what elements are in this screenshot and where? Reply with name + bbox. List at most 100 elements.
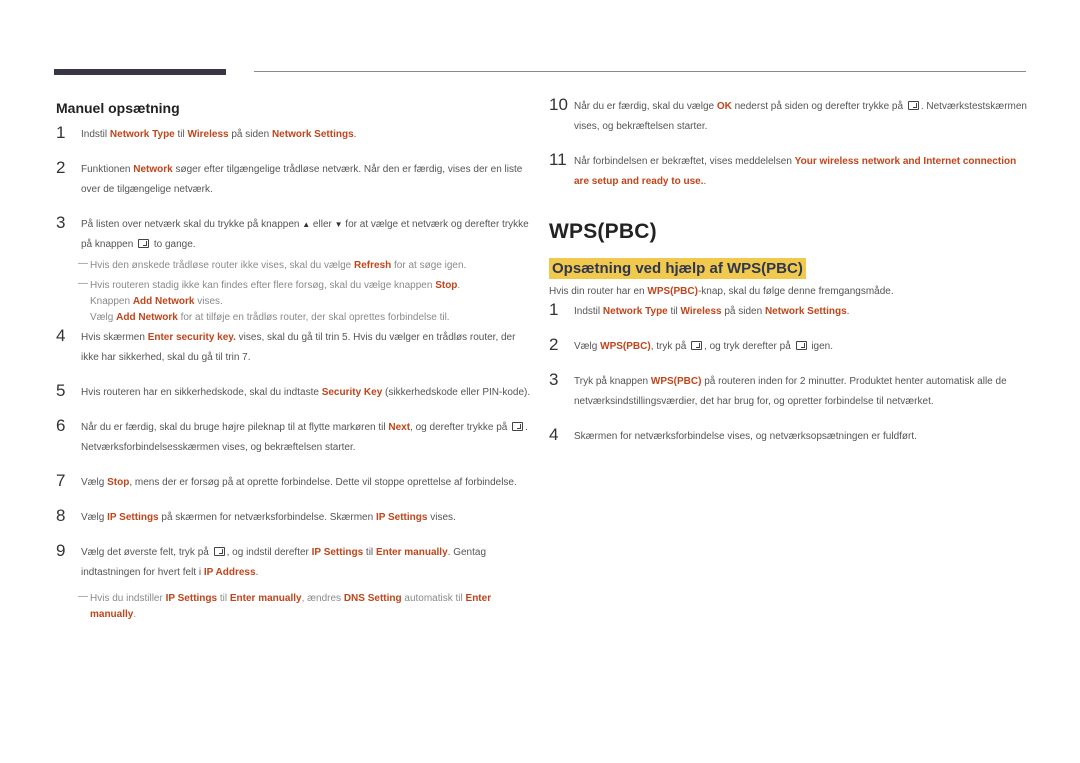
step-item: 3 På listen over netværk skal du trykke p… xyxy=(56,213,532,255)
note-dash-icon: — xyxy=(78,258,88,269)
step3-notes: — Hvis den ønskede trådløse router ikke v… xyxy=(56,258,532,326)
header-bar-accent xyxy=(54,69,226,75)
step-number: 3 xyxy=(549,370,559,389)
text: , ændres xyxy=(301,593,344,604)
ui-term: Wireless xyxy=(187,129,229,140)
text: Hvis routeren har en sikkerhedskode, ska… xyxy=(81,387,322,398)
header-rule xyxy=(254,71,1026,72)
note-line: — Hvis den ønskede trådløse router ikke v… xyxy=(56,258,532,274)
ui-term: IP Settings xyxy=(311,547,364,558)
text: automatisk til xyxy=(401,593,466,604)
steps-list-2: 4 Hvis skærmen Enter security key. vises,… xyxy=(56,326,532,583)
ui-term: Enter manually xyxy=(375,547,448,558)
note: — Hvis den ønskede trådløse router ikke v… xyxy=(56,258,532,274)
note-dash-icon: — xyxy=(78,591,88,602)
text: Hvis du indstiller xyxy=(90,593,166,604)
step-number: 2 xyxy=(549,335,559,354)
text: Skærmen for netværksforbindelse vises, o… xyxy=(574,431,917,442)
ui-term: Network Settings xyxy=(764,306,847,317)
section-heading: Manuel opsætning xyxy=(56,100,180,116)
ui-term: WPS(PBC) xyxy=(600,341,651,352)
wps-subtitle: Opsætning ved hjælp af WPS(PBC) xyxy=(549,258,806,279)
step-number: 3 xyxy=(56,213,66,232)
text: . xyxy=(703,176,707,187)
steps-list: 1 Indstil Network Type til Wireless på si… xyxy=(56,123,532,255)
step-item: 11 Når forbindelsen er bekræftet, vises m… xyxy=(549,150,1029,192)
note-continuation: Knappen Add Network vises. xyxy=(56,294,532,310)
text: -knap, skal du følge denne fremgangsmåde… xyxy=(697,286,894,297)
text: Vælg det øverste felt, tryk på xyxy=(81,547,212,558)
enter-key-icon xyxy=(512,422,524,431)
text: Når du er færdig, skal du vælge xyxy=(574,101,717,112)
ui-term: Add Network xyxy=(116,312,178,323)
step-item: 5 Hvis routeren har en sikkerhedskode, sk… xyxy=(56,381,532,403)
step-number: 5 xyxy=(56,381,66,400)
text: Vælg xyxy=(81,512,108,523)
text: for at tilføje en trådløs router, der sk… xyxy=(177,312,450,323)
step-number: 11 xyxy=(549,150,567,169)
step-item: 4 Hvis skærmen Enter security key. vises,… xyxy=(56,326,532,368)
arrow-up-icon: ▲ xyxy=(302,220,311,229)
step-number: 2 xyxy=(56,158,66,177)
text: på skærmen for netværksforbindelse. Skær… xyxy=(158,512,376,523)
text: til xyxy=(174,129,188,140)
steps-list-continued: 10 Når du er færdig, skal du vælge OK ned… xyxy=(549,95,1029,192)
ui-term: Network Type xyxy=(109,129,175,140)
text: til xyxy=(667,306,681,317)
text: Vælg xyxy=(81,477,108,488)
ui-term: Stop xyxy=(107,477,130,488)
wps-steps-list: 1 Indstil Network Type til Wireless på si… xyxy=(549,300,1029,447)
step9-note: — Hvis du indstiller IP Settings til Ente… xyxy=(56,591,532,623)
ui-term: Network xyxy=(133,164,173,175)
text: Når du er færdig, skal du bruge højre pi… xyxy=(81,422,389,433)
ui-term: DNS Setting xyxy=(343,593,402,604)
enter-key-icon xyxy=(138,239,150,248)
step-number: 4 xyxy=(549,425,559,444)
step-number: 7 xyxy=(56,471,66,490)
text: Vælg xyxy=(90,312,117,323)
note-line: — Hvis routeren stadig ikke kan findes ef… xyxy=(56,278,532,294)
step-item: 10 Når du er færdig, skal du vælge OK ned… xyxy=(549,95,1029,137)
wps-title: WPS(PBC) xyxy=(549,220,657,243)
step-item: 6 Når du er færdig, skal du bruge højre p… xyxy=(56,416,532,458)
ui-term: Wireless xyxy=(680,306,722,317)
ui-term: IP Settings xyxy=(375,512,428,523)
arrow-down-icon: ▼ xyxy=(334,220,343,229)
ui-term: WPS(PBC) xyxy=(650,376,702,387)
text: . xyxy=(457,280,461,291)
text: vises. xyxy=(194,296,223,307)
step-item: 8 Vælg IP Settings på skærmen for netværk… xyxy=(56,506,532,528)
note-continuation: Vælg Add Network for at tilføje en trådl… xyxy=(56,310,532,326)
step-item: 4 Skærmen for netværksforbindelse vises, … xyxy=(549,425,1029,447)
ui-term: Add Network xyxy=(132,296,195,307)
text: Når forbindelsen er bekræftet, vises med… xyxy=(574,156,795,167)
step-item: 2 Vælg WPS(PBC), tryk på , og tryk dereft… xyxy=(549,335,1029,357)
text: nederst på siden og derefter trykke på xyxy=(731,101,906,112)
step-item: 2 Funktionen Network søger efter tilgænge… xyxy=(56,158,532,200)
step-number: 8 xyxy=(56,506,66,525)
text: Hvis din router har en xyxy=(549,286,648,297)
text: . xyxy=(846,306,850,317)
ui-term: IP Settings xyxy=(165,593,218,604)
note-dash-icon: — xyxy=(78,278,88,289)
text: På listen over netværk skal du trykke på… xyxy=(81,219,303,230)
ui-term: Security Key xyxy=(321,387,383,398)
text: , og indstil derefter xyxy=(226,547,312,558)
text: Indstil xyxy=(574,306,603,317)
text: Indstil xyxy=(81,129,110,140)
text: . xyxy=(255,567,259,578)
ui-term: OK xyxy=(716,101,732,112)
step-item: 9 Vælg det øverste felt, tryk på , og ind… xyxy=(56,541,532,583)
text: , og tryk derefter på xyxy=(704,341,794,352)
ui-term: Network Type xyxy=(602,306,668,317)
step-number: 9 xyxy=(56,541,66,560)
text: Funktionen xyxy=(81,164,134,175)
text: to gange. xyxy=(151,239,196,250)
text: Hvis routeren stadig ikke kan findes eft… xyxy=(90,280,436,291)
right-column: 10 Når du er færdig, skal du vælge OK ned… xyxy=(549,95,1029,447)
text: , mens der er forsøg på at oprette forbi… xyxy=(129,477,517,488)
text: for at søge igen. xyxy=(391,260,467,271)
text: til xyxy=(363,547,376,558)
step-number: 4 xyxy=(56,326,66,345)
step-number: 1 xyxy=(56,123,66,142)
